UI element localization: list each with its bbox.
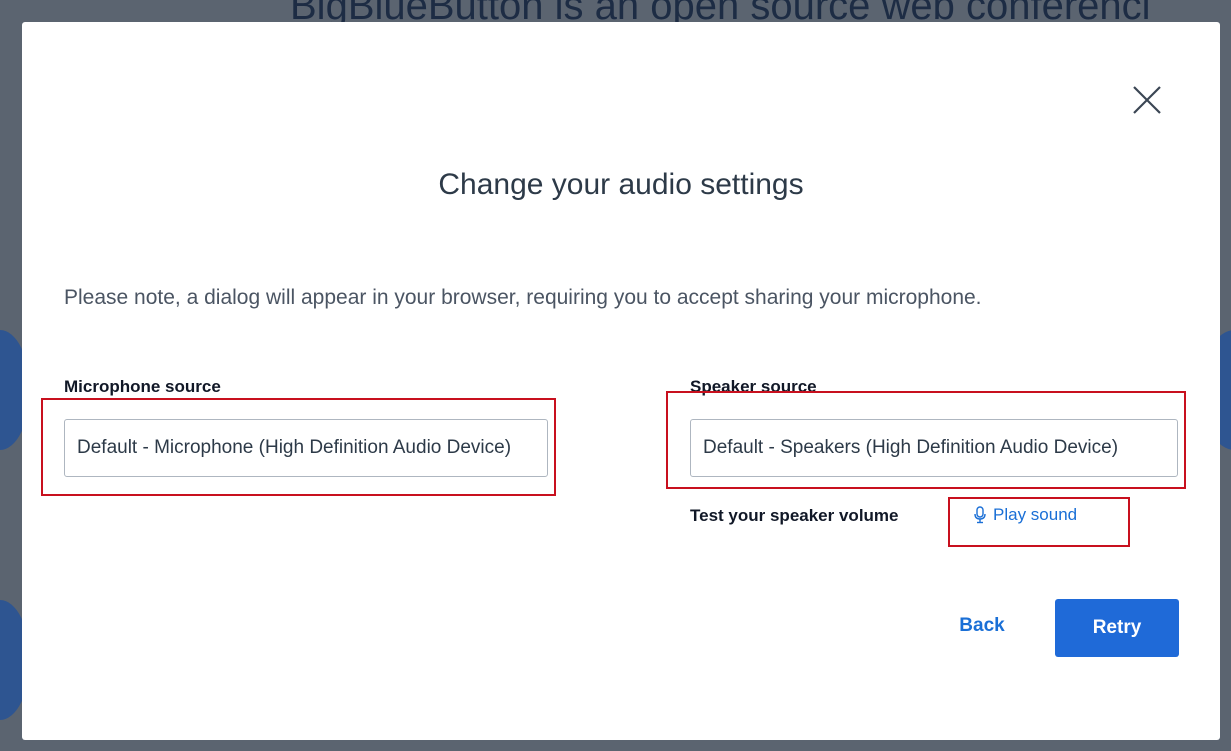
back-button[interactable]: Back <box>944 615 1020 643</box>
play-sound-link[interactable]: Play sound <box>974 505 1077 525</box>
close-icon[interactable] <box>1132 85 1162 115</box>
play-sound-label: Play sound <box>993 505 1078 524</box>
microphone-source-label: Microphone source <box>64 377 221 396</box>
speaker-source-select[interactable]: Default - Speakers (High Definition Audi… <box>690 419 1178 477</box>
microphone-source-select[interactable]: Default - Microphone (High Definition Au… <box>64 419 548 477</box>
dialog-title: Change your audio settings <box>438 168 804 201</box>
permission-note: Please note, a dialog will appear in you… <box>64 286 982 309</box>
audio-settings-dialog: Change your audio settings Please note, … <box>22 22 1220 740</box>
microphone-icon <box>974 506 986 524</box>
close-button[interactable] <box>1127 80 1167 120</box>
retry-button[interactable]: Retry <box>1055 599 1179 657</box>
test-speaker-label: Test your speaker volume <box>690 506 899 525</box>
speaker-source-label: Speaker source <box>690 377 817 396</box>
